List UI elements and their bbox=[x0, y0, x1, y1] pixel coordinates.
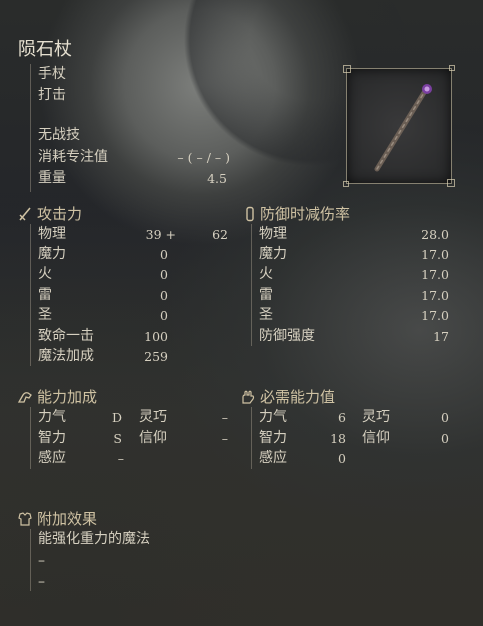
scaling-header: 能力加成 bbox=[37, 388, 98, 406]
scaling-int-label: 智力 bbox=[38, 430, 66, 446]
attack-header: 攻击力 bbox=[37, 205, 83, 223]
scaling-arc-value: – bbox=[117, 451, 124, 466]
scaling-divider bbox=[30, 407, 31, 469]
scaling-fai-value: – bbox=[221, 431, 228, 446]
req-str-label: 力气 bbox=[259, 409, 287, 425]
weapon-image-frame bbox=[343, 65, 455, 187]
hand-icon bbox=[242, 390, 255, 404]
effect-line-2: – bbox=[38, 553, 45, 569]
attack-value-fire: 0 bbox=[160, 267, 168, 282]
guard-label-boost: 防御强度 bbox=[259, 328, 315, 344]
req-arc-value: 0 bbox=[338, 451, 346, 466]
effects-header: 附加效果 bbox=[37, 510, 98, 528]
weapon-skill: 无战技 bbox=[38, 127, 80, 143]
attack-value-holy: 0 bbox=[160, 308, 168, 323]
guard-header: 防御时减伤率 bbox=[260, 205, 351, 223]
arm-icon bbox=[17, 392, 32, 403]
attack-label-holy: 圣 bbox=[38, 307, 52, 323]
req-int-value: 18 bbox=[330, 431, 346, 446]
guard-label-physical: 物理 bbox=[259, 226, 287, 242]
requirements-divider bbox=[251, 407, 252, 469]
meteorite-staff-icon bbox=[374, 84, 432, 172]
scaling-dex-label: 灵巧 bbox=[139, 409, 167, 425]
attack-value-sorcery-scaling: 259 bbox=[144, 349, 168, 364]
guard-label-holy: 圣 bbox=[259, 307, 273, 323]
scaling-dex-value: – bbox=[221, 410, 228, 425]
attack-value-physical: 39 + bbox=[145, 227, 176, 242]
armor-icon bbox=[18, 512, 32, 526]
scaling-arc-label: 感应 bbox=[38, 450, 66, 466]
attack-type: 打击 bbox=[38, 87, 66, 103]
attack-label-fire: 火 bbox=[38, 266, 52, 282]
effect-line-3: – bbox=[38, 574, 45, 590]
guard-divider bbox=[251, 224, 252, 346]
scaling-str-label: 力气 bbox=[38, 409, 66, 425]
weight-label: 重量 bbox=[38, 170, 66, 186]
attack-label-critical: 致命一击 bbox=[38, 328, 94, 344]
attack-label-physical: 物理 bbox=[38, 226, 66, 242]
weight-value: 4.5 bbox=[207, 171, 227, 186]
req-dex-label: 灵巧 bbox=[362, 409, 390, 425]
scaling-fai-label: 信仰 bbox=[139, 430, 167, 446]
attack-label-sorcery-scaling: 魔法加成 bbox=[38, 348, 94, 364]
attack-divider bbox=[30, 224, 31, 366]
guard-value-magic: 17.0 bbox=[421, 247, 449, 262]
attack-label-lightning: 雷 bbox=[38, 287, 52, 303]
guard-label-fire: 火 bbox=[259, 266, 273, 282]
weapon-type: 手杖 bbox=[38, 66, 66, 82]
shield-icon bbox=[246, 206, 254, 222]
scaling-str-value: D bbox=[111, 410, 122, 425]
frame-corner bbox=[449, 65, 455, 71]
sword-icon bbox=[19, 207, 31, 221]
req-fai-value: 0 bbox=[441, 431, 449, 446]
attack-value-critical: 100 bbox=[144, 329, 168, 344]
req-dex-value: 0 bbox=[441, 410, 449, 425]
attack-bonus-physical: 62 bbox=[212, 227, 228, 242]
guard-value-lightning: 17.0 bbox=[421, 288, 449, 303]
effect-line-1: 能强化重力的魔法 bbox=[38, 531, 150, 547]
scaling-int-value: S bbox=[113, 431, 122, 446]
guard-value-boost: 17 bbox=[433, 329, 449, 344]
attack-value-lightning: 0 bbox=[160, 288, 168, 303]
attack-value-magic: 0 bbox=[160, 247, 168, 262]
guard-label-lightning: 雷 bbox=[259, 287, 273, 303]
guard-label-magic: 魔力 bbox=[259, 246, 287, 262]
guard-value-physical: 28.0 bbox=[421, 227, 449, 242]
guard-value-holy: 17.0 bbox=[421, 308, 449, 323]
guard-value-fire: 17.0 bbox=[421, 267, 449, 282]
effects-divider bbox=[30, 529, 31, 591]
req-arc-label: 感应 bbox=[259, 450, 287, 466]
req-fai-label: 信仰 bbox=[362, 430, 390, 446]
fp-cost-value: – ( – / – ) bbox=[177, 150, 230, 165]
frame-corner bbox=[343, 181, 349, 187]
attack-label-magic: 魔力 bbox=[38, 246, 66, 262]
fp-cost-label: 消耗专注值 bbox=[38, 149, 108, 165]
info-divider bbox=[30, 64, 31, 192]
req-int-label: 智力 bbox=[259, 430, 287, 446]
req-str-value: 6 bbox=[338, 410, 346, 425]
weapon-name: 陨石杖 bbox=[18, 39, 72, 60]
requirements-header: 必需能力值 bbox=[260, 388, 336, 406]
